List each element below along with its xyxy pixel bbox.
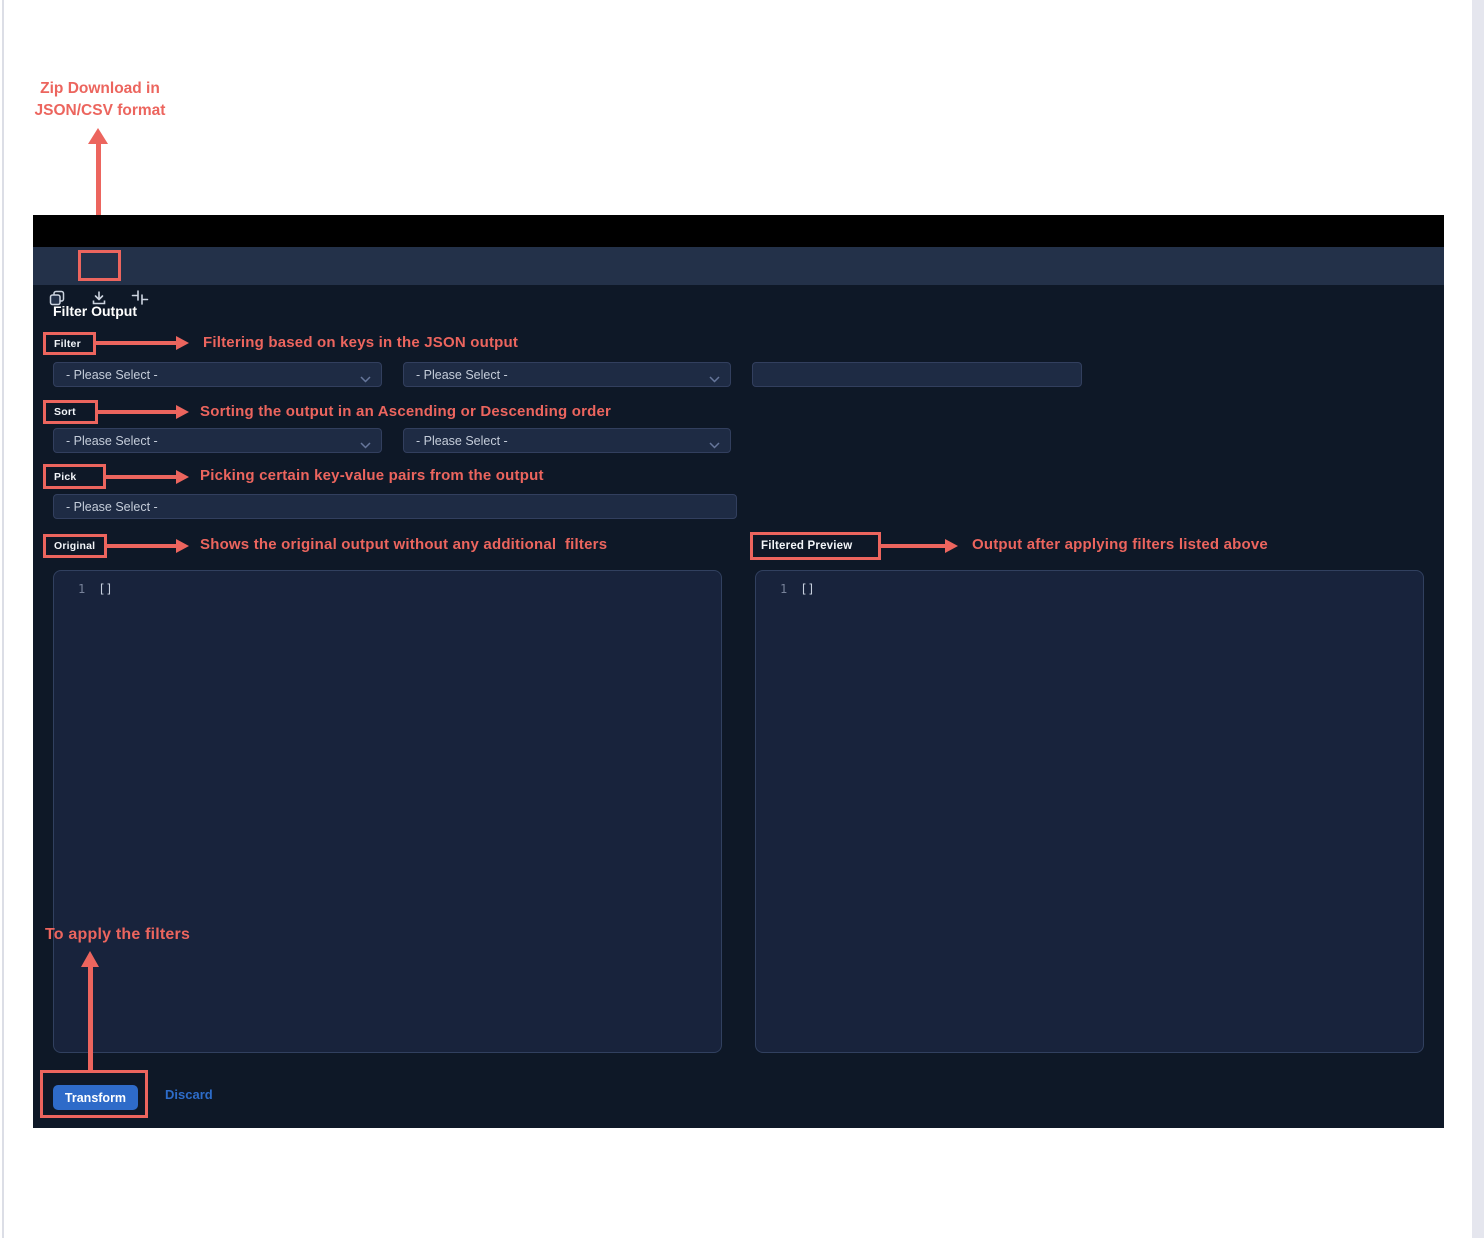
filter-annotation-arrow (96, 341, 176, 345)
sort-label: Sort (54, 406, 76, 418)
sort-order-select[interactable]: - Please Select - (403, 428, 731, 453)
filtered-preview-editor[interactable]: 1 [] (755, 570, 1424, 1053)
sort-annotation: Sorting the output in an Ascending or De… (200, 403, 611, 420)
editor-code-line: 1 [] (780, 582, 815, 596)
pick-keys-select[interactable]: - Please Select - (53, 494, 737, 519)
sort-key-select[interactable]: - Please Select - (53, 428, 382, 453)
zip-annotation-line2: JSON/CSV format (18, 100, 182, 122)
filter-annotation: Filtering based on keys in the JSON outp… (203, 334, 518, 351)
original-label: Original (54, 540, 95, 552)
apply-arrow-line (88, 966, 93, 1070)
sort-label-highlight-box: Sort (43, 400, 98, 424)
pick-annotation-arrow (106, 475, 176, 479)
download-highlight-box (78, 250, 121, 281)
filter-key-select[interactable]: - Please Select - (53, 362, 382, 387)
editor-toolbar (33, 247, 1444, 285)
sort-order-select-value: - Please Select - (416, 434, 508, 448)
window-titlebar (33, 215, 1444, 247)
filter-label: Filter (54, 338, 81, 350)
apply-arrow-head (81, 951, 99, 967)
pick-label: Pick (54, 471, 76, 483)
code-content: [] (800, 582, 814, 596)
pick-keys-select-value: - Please Select - (66, 500, 158, 514)
zip-arrow-head (88, 128, 108, 144)
page-right-border (1472, 0, 1484, 1238)
original-label-highlight-box: Original (43, 534, 107, 558)
chevron-down-icon (360, 438, 371, 452)
filtered-preview-label: Filtered Preview (761, 540, 852, 552)
pick-label-highlight-box: Pick (43, 464, 106, 489)
pick-annotation: Picking certain key-value pairs from the… (200, 467, 544, 484)
app-window: Filter Output Filter Filtering based on … (33, 215, 1444, 1128)
editor-code-line: 1 [] (78, 582, 113, 596)
filter-condition-select[interactable]: - Please Select - (403, 362, 731, 387)
sort-annotation-arrow (98, 410, 176, 414)
transform-button[interactable]: Transform (53, 1085, 138, 1110)
line-number: 1 (78, 582, 85, 596)
line-number: 1 (780, 582, 787, 596)
zip-annotation-line1: Zip Download in (18, 78, 182, 100)
filter-key-select-value: - Please Select - (66, 368, 158, 382)
original-output-editor[interactable]: 1 [] (53, 570, 722, 1053)
page-left-border (2, 0, 4, 1238)
zip-download-annotation: Zip Download in JSON/CSV format (18, 78, 182, 122)
filtered-preview-annotation: Output after applying filters listed abo… (972, 536, 1268, 553)
filter-condition-select-value: - Please Select - (416, 368, 508, 382)
sort-key-select-value: - Please Select - (66, 434, 158, 448)
discard-link[interactable]: Discard (165, 1087, 213, 1102)
chevron-down-icon (709, 438, 720, 452)
code-content: [] (98, 582, 112, 596)
apply-filters-annotation: To apply the filters (45, 926, 190, 944)
chevron-down-icon (360, 372, 371, 386)
chevron-down-icon (709, 372, 720, 386)
filter-value-input[interactable] (752, 362, 1082, 387)
original-annotation: Shows the original output without any ad… (200, 536, 607, 553)
filtered-preview-annotation-arrow (881, 544, 945, 548)
filter-label-highlight-box: Filter (43, 332, 96, 355)
original-annotation-arrow (107, 544, 176, 548)
page-title: Filter Output (53, 303, 137, 319)
filtered-preview-label-highlight-box: Filtered Preview (750, 532, 881, 560)
